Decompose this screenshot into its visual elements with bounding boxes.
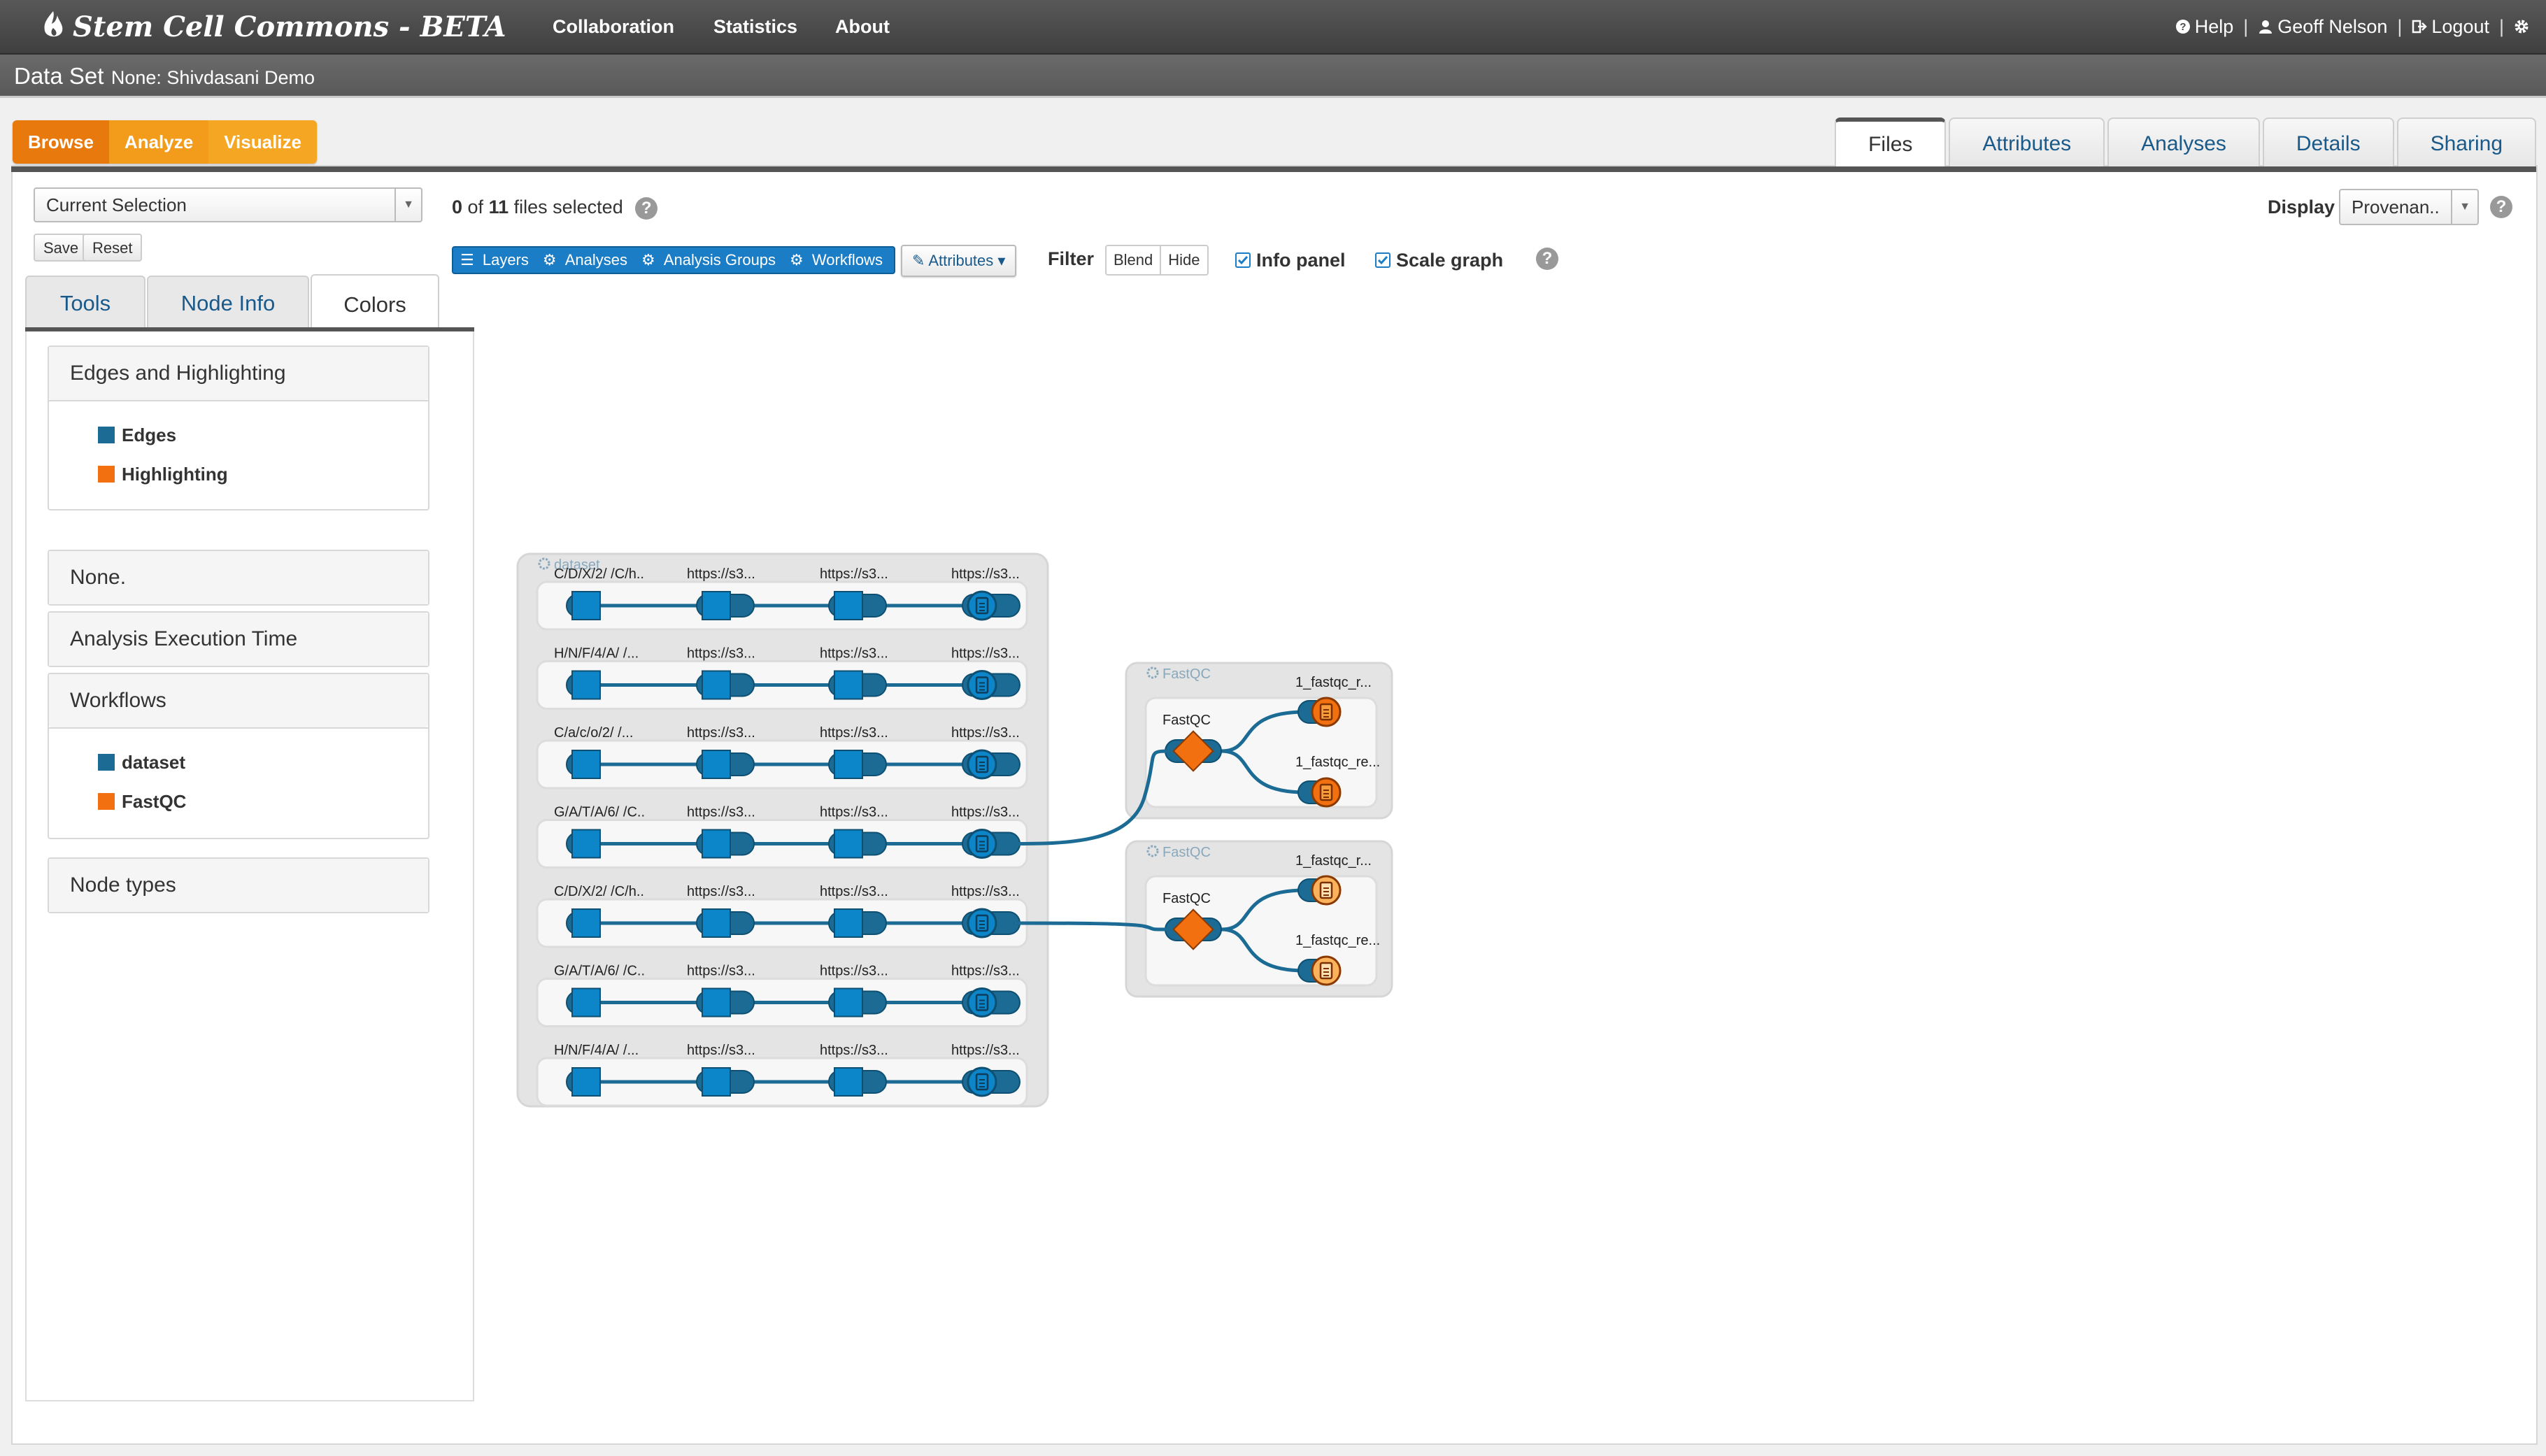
analysis-group-label: FastQC: [1162, 845, 1211, 860]
data-transformation-node[interactable]: [702, 1067, 731, 1097]
raw-data-node[interactable]: [571, 1067, 601, 1097]
raw-data-node[interactable]: [571, 591, 601, 620]
data-transformation-node[interactable]: [834, 987, 863, 1018]
node-label: https://s3...: [687, 566, 755, 582]
node-label: https://s3...: [951, 884, 1020, 899]
data-transformation-node[interactable]: [834, 1067, 863, 1097]
node-label: https://s3...: [951, 964, 1020, 979]
fastqc-analysis-group[interactable]: FastQC FastQC 1_fastqc_r... 1_fastqc_re...: [1125, 840, 1393, 998]
data-transformation-node[interactable]: [702, 750, 731, 779]
node-label: https://s3...: [687, 1043, 755, 1058]
output-label: 1_fastqc_re...: [1295, 933, 1380, 948]
data-transformation-node[interactable]: [702, 670, 731, 700]
node-label: G/A/T/A/6/ /C..: [554, 964, 645, 979]
node-label: G/A/T/A/6/ /C..: [554, 805, 645, 820]
node-label: https://s3...: [687, 964, 755, 979]
node-label: H/N/F/4/A/ /...: [554, 1043, 639, 1058]
raw-data-node[interactable]: [571, 987, 601, 1018]
node-label: C/D/X/2/ /C/h..: [554, 566, 644, 582]
node-label: https://s3...: [951, 566, 1020, 582]
data-transformation-node[interactable]: [834, 670, 863, 700]
analysis-node-label: FastQC: [1162, 713, 1211, 728]
analysis-group-label: FastQC: [1162, 666, 1211, 682]
output-label: 1_fastqc_re...: [1295, 755, 1380, 770]
data-transformation-node[interactable]: [702, 591, 731, 620]
node-label: https://s3...: [820, 805, 888, 820]
node-label: https://s3...: [820, 964, 888, 979]
raw-data-node[interactable]: [571, 670, 601, 700]
data-transformation-node[interactable]: [834, 591, 863, 620]
data-transformation-node[interactable]: [834, 750, 863, 779]
node-label: https://s3...: [951, 646, 1020, 662]
node-label: https://s3...: [820, 884, 888, 899]
data-transformation-node[interactable]: [702, 987, 731, 1018]
node-label: https://s3...: [687, 725, 755, 741]
raw-data-node[interactable]: [571, 829, 601, 859]
node-label: H/N/F/4/A/ /...: [554, 646, 639, 662]
node-label: https://s3...: [687, 646, 755, 662]
output-label: 1_fastqc_r...: [1295, 675, 1372, 690]
node-label: C/a/c/o/2/ /...: [554, 725, 633, 741]
node-label: https://s3...: [687, 884, 755, 899]
node-label: C/D/X/2/ /C/h..: [554, 884, 644, 899]
data-transformation-node[interactable]: [834, 829, 863, 859]
node-label: https://s3...: [820, 646, 888, 662]
data-transformation-node[interactable]: [702, 829, 731, 859]
provenance-graph[interactable]: datasetC/D/X/2/ /C/h.. https://s3... https…: [0, 0, 2546, 1456]
node-label: https://s3...: [951, 1043, 1020, 1058]
node-label: https://s3...: [951, 805, 1020, 820]
data-transformation-node[interactable]: [702, 908, 731, 938]
node-label: https://s3...: [951, 725, 1020, 741]
node-label: https://s3...: [820, 1043, 888, 1058]
output-label: 1_fastqc_r...: [1295, 853, 1372, 869]
raw-data-node[interactable]: [571, 750, 601, 779]
data-transformation-node[interactable]: [834, 908, 863, 938]
node-label: https://s3...: [820, 725, 888, 741]
raw-data-node[interactable]: [571, 908, 601, 938]
analysis-node-label: FastQC: [1162, 891, 1211, 906]
node-label: https://s3...: [820, 566, 888, 582]
fastqc-analysis-group[interactable]: FastQC FastQC 1_fastqc_r... 1_fastqc_re...: [1125, 662, 1393, 820]
node-label: https://s3...: [687, 805, 755, 820]
